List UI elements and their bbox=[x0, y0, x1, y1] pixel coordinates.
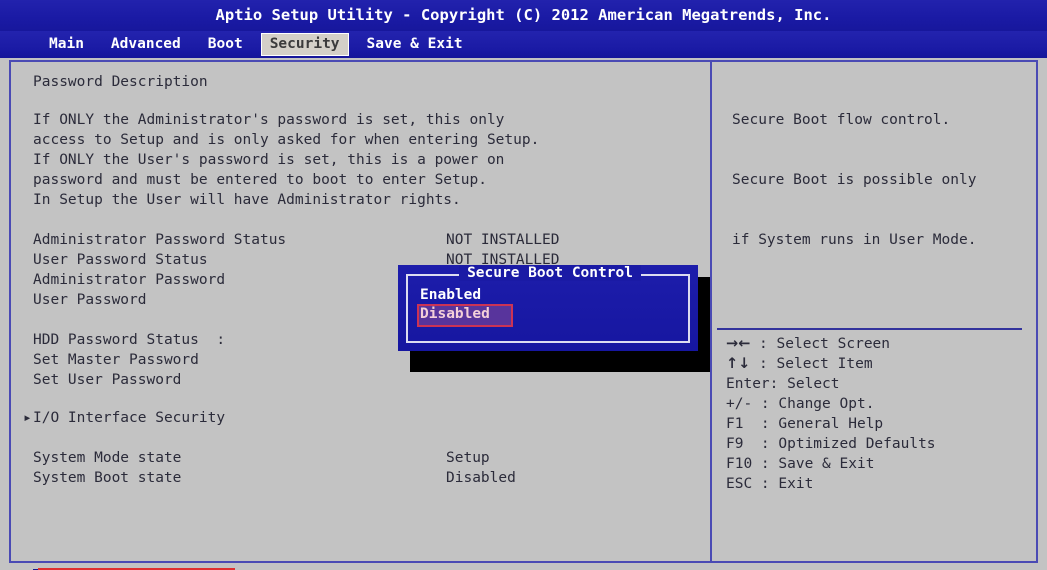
key-legend-line: F9 : Optimized Defaults bbox=[726, 434, 936, 454]
key-legend-key: ↑↓ bbox=[726, 356, 751, 372]
key-legend-key: F1 bbox=[726, 416, 761, 432]
popup-title-text: Secure Boot Control bbox=[459, 265, 641, 281]
description-line-2: If ONLY the User's password is set, this… bbox=[33, 152, 505, 168]
setting-value-administrator-password-status: NOT INSTALLED bbox=[446, 232, 560, 248]
key-legend: →← : Select Screen ↑↓ : Select Item Enter:… bbox=[726, 334, 936, 494]
setting-label-system-boot-state: System Boot state bbox=[33, 470, 182, 486]
setting-label-io-interface-security[interactable]: I/O Interface Security bbox=[33, 408, 225, 428]
setting-label-system-mode-state: System Mode state bbox=[33, 450, 182, 466]
key-legend-separator: : bbox=[760, 476, 779, 492]
setting-value-system-mode-state: Setup bbox=[446, 450, 490, 466]
description-line-3: password and must be entered to boot to … bbox=[33, 172, 487, 188]
description-line-1: access to Setup and is only asked for wh… bbox=[33, 132, 540, 148]
help-line-2: if System runs in User Mode. bbox=[732, 232, 977, 248]
key-legend-line: ↑↓ : Select Item bbox=[726, 354, 936, 374]
key-legend-separator: : bbox=[760, 396, 779, 412]
key-legend-action: Save & Exit bbox=[778, 456, 875, 472]
key-legend-separator: : bbox=[760, 436, 779, 452]
menu-item-security[interactable]: Security bbox=[260, 33, 349, 56]
setting-label-set-master-password[interactable]: Set Master Password bbox=[33, 350, 199, 370]
key-legend-action: Select Item bbox=[776, 356, 873, 372]
key-legend-key: →← bbox=[726, 336, 751, 352]
submenu-marker-io-interface-security: ▸ bbox=[23, 410, 32, 426]
popup-option-disabled[interactable]: Disabled bbox=[420, 305, 490, 324]
key-legend-line: ESC : Exit bbox=[726, 474, 936, 494]
help-separator bbox=[717, 328, 1022, 330]
bios-setup-screen: Aptio Setup Utility - Copyright (C) 2012… bbox=[0, 0, 1047, 570]
secure-boot-control-popup: Secure Boot Control Enabled Disabled bbox=[398, 265, 698, 351]
key-legend-key: Enter bbox=[726, 376, 770, 392]
setting-label-user-password-status[interactable]: User Password Status bbox=[33, 250, 208, 270]
key-legend-action: Change Opt. bbox=[778, 396, 875, 412]
help-text: Secure Boot flow control. Secure Boot is… bbox=[732, 70, 976, 290]
key-legend-action: Select bbox=[787, 376, 840, 392]
key-legend-key: +/- bbox=[726, 396, 761, 412]
window-title: Aptio Setup Utility - Copyright (C) 2012… bbox=[0, 0, 1047, 31]
key-legend-line: →← : Select Screen bbox=[726, 334, 936, 354]
key-legend-line: F10 : Save & Exit bbox=[726, 454, 936, 474]
key-legend-separator: : bbox=[750, 336, 777, 352]
menu-item-main[interactable]: Main bbox=[40, 33, 93, 56]
help-line-1: Secure Boot is possible only bbox=[732, 172, 977, 188]
setting-label-user-password[interactable]: User Password bbox=[33, 290, 147, 310]
setting-label-administrator-password[interactable]: Administrator Password bbox=[33, 270, 225, 290]
help-pane: Secure Boot flow control. Secure Boot is… bbox=[712, 62, 1036, 561]
key-legend-action: Optimized Defaults bbox=[778, 436, 936, 452]
description-line-0: If ONLY the Administrator's password is … bbox=[33, 112, 505, 128]
setting-label-administrator-password-status[interactable]: Administrator Password Status bbox=[33, 230, 286, 250]
setting-label-set-user-password[interactable]: Set User Password bbox=[33, 370, 181, 390]
key-legend-separator: : bbox=[769, 376, 788, 392]
key-legend-key: F9 bbox=[726, 436, 761, 452]
key-legend-key: F10 bbox=[726, 456, 761, 472]
key-legend-line: F1 : General Help bbox=[726, 414, 936, 434]
key-legend-line: Enter: Select bbox=[726, 374, 936, 394]
key-legend-action: General Help bbox=[778, 416, 884, 432]
key-legend-action: Exit bbox=[778, 476, 814, 492]
key-legend-key: ESC bbox=[726, 476, 761, 492]
popup-option-enabled[interactable]: Enabled bbox=[420, 286, 481, 305]
menu-bar: Main Advanced Boot Security Save & Exit bbox=[0, 31, 1047, 58]
popup-title: Secure Boot Control bbox=[408, 265, 692, 281]
setting-label-hdd-password-status: HDD Password Status : bbox=[33, 332, 226, 348]
description-line-4: In Setup the User will have Administrato… bbox=[33, 192, 461, 208]
key-legend-separator: : bbox=[760, 456, 779, 472]
menu-item-boot[interactable]: Boot bbox=[199, 33, 252, 56]
key-legend-line: +/- : Change Opt. bbox=[726, 394, 936, 414]
popup-inner-border: Secure Boot Control Enabled Disabled bbox=[406, 265, 690, 343]
help-line-0: Secure Boot flow control. bbox=[732, 112, 951, 128]
key-legend-action: Select Screen bbox=[776, 336, 891, 352]
menu-item-save-exit[interactable]: Save & Exit bbox=[358, 33, 472, 56]
password-description-heading: Password Description bbox=[33, 74, 208, 90]
key-legend-separator: : bbox=[760, 416, 779, 432]
key-legend-separator: : bbox=[750, 356, 777, 372]
setting-value-system-boot-state: Disabled bbox=[446, 470, 516, 486]
menu-item-advanced[interactable]: Advanced bbox=[102, 33, 190, 56]
